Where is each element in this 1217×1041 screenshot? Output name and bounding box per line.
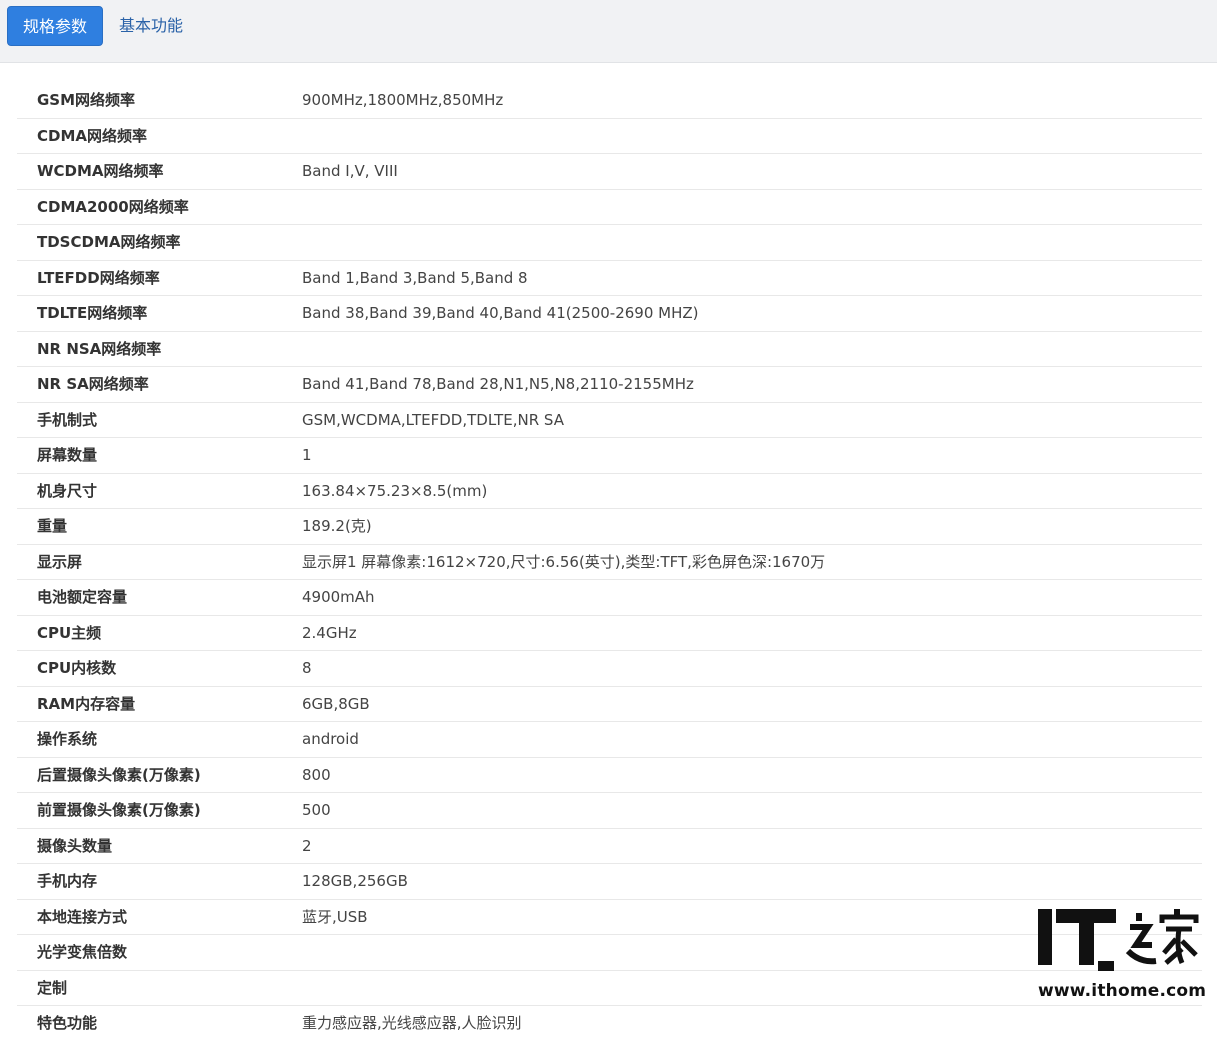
spec-value: 500 <box>302 801 331 819</box>
spec-value: 163.84×75.23×8.5(mm) <box>302 481 488 500</box>
spec-row: TDLTE网络频率 Band 38,Band 39,Band 40,Band 41… <box>17 296 1202 332</box>
spec-value: 128GB,256GB <box>302 872 408 890</box>
tab-bar: 规格参数 基本功能 <box>0 0 1217 63</box>
spec-key: 本地连接方式 <box>37 907 128 926</box>
spec-row: NR SA网络频率 Band 41,Band 78,Band 28,N1,N5,N… <box>17 367 1202 403</box>
spec-table: GSM网络频率 900MHz,1800MHz,850MHz CDMA网络频率 WCDM… <box>17 83 1202 1041</box>
ithome-watermark: www.ithome.com <box>1036 905 1206 1005</box>
spec-value: Band Ⅰ,V, VIII <box>302 162 398 180</box>
spec-row: 后置摄像头像素(万像素) 800 <box>17 758 1202 793</box>
spec-key: 屏幕数量 <box>37 446 98 464</box>
spec-row: 前置摄像头像素(万像素) 500 <box>17 793 1202 829</box>
spec-value: 2 <box>302 836 312 855</box>
watermark-url: www.ithome.com <box>1038 981 1207 1001</box>
spec-row: 特色功能 重力感应器,光线感应器,人脸识别 <box>17 1006 1202 1041</box>
spec-key: 特色功能 <box>37 1014 98 1032</box>
spec-row: 显示屏 显示屏1 屏幕像素:1612×720,尺寸:6.56(英寸),类型:TFT… <box>17 545 1202 580</box>
spec-key: TDLTE网络频率 <box>37 304 148 322</box>
spec-row: CPU内核数 8 <box>17 651 1202 687</box>
spec-row: 定制 <box>17 971 1202 1006</box>
spec-value: 蓝牙,USB <box>302 907 368 926</box>
spec-key: TDSCDMA网络频率 <box>37 233 181 251</box>
spec-key: 光学变焦倍数 <box>37 943 128 961</box>
spec-key: CDMA网络频率 <box>37 126 147 145</box>
spec-value: 显示屏1 屏幕像素:1612×720,尺寸:6.56(英寸),类型:TFT,彩色… <box>302 552 826 571</box>
tab-specs[interactable]: 规格参数 <box>7 6 103 46</box>
spec-key: CDMA2000网络频率 <box>37 197 189 216</box>
spec-key: 后置摄像头像素(万像素) <box>37 765 201 784</box>
spec-value: GSM,WCDMA,LTEFDD,TDLTE,NR SA <box>302 410 564 429</box>
spec-value: 2.4GHz <box>302 623 357 642</box>
spec-row: CPU主频 2.4GHz <box>17 616 1202 651</box>
spec-key: CPU主频 <box>37 623 102 642</box>
spec-value: 6GB,8GB <box>302 694 370 713</box>
spec-row: 光学变焦倍数 <box>17 935 1202 971</box>
spec-row: GSM网络频率 900MHz,1800MHz,850MHz <box>17 83 1202 119</box>
spec-row: CDMA2000网络频率 <box>17 190 1202 225</box>
spec-key: 手机制式 <box>37 410 98 429</box>
spec-key: 手机内存 <box>37 872 98 890</box>
spec-value: 8 <box>302 659 312 677</box>
spec-row: 机身尺寸 163.84×75.23×8.5(mm) <box>17 474 1202 509</box>
spec-key: 操作系统 <box>37 730 98 748</box>
spec-row: RAM内存容量 6GB,8GB <box>17 687 1202 722</box>
spec-row: NR NSA网络频率 <box>17 332 1202 367</box>
spec-key: 电池额定容量 <box>37 588 128 606</box>
spec-value: Band 38,Band 39,Band 40,Band 41(2500-269… <box>302 304 699 322</box>
spec-row: 电池额定容量 4900mAh <box>17 580 1202 616</box>
spec-key: 显示屏 <box>37 552 83 571</box>
spec-key: GSM网络频率 <box>37 91 136 109</box>
spec-row: TDSCDMA网络频率 <box>17 225 1202 261</box>
spec-key: 摄像头数量 <box>37 836 113 855</box>
spec-key: 重量 <box>37 517 68 535</box>
spec-row: LTEFDD网络频率 Band 1,Band 3,Band 5,Band 8 <box>17 261 1202 296</box>
spec-key: 前置摄像头像素(万像素) <box>37 801 201 819</box>
spec-value: 900MHz,1800MHz,850MHz <box>302 91 504 109</box>
spec-row: 摄像头数量 2 <box>17 829 1202 864</box>
spec-value: android <box>302 730 359 748</box>
spec-key: WCDMA网络频率 <box>37 162 164 180</box>
spec-value: 重力感应器,光线感应器,人脸识别 <box>302 1014 522 1032</box>
spec-key: CPU内核数 <box>37 659 117 677</box>
ithome-logo-icon <box>1038 909 1199 971</box>
spec-row: 操作系统 android <box>17 722 1202 758</box>
spec-row: 手机内存 128GB,256GB <box>17 864 1202 900</box>
spec-value: Band 41,Band 78,Band 28,N1,N5,N8,2110-21… <box>302 375 694 393</box>
spec-key: LTEFDD网络频率 <box>37 268 160 287</box>
spec-value: 189.2(克) <box>302 517 372 535</box>
spec-value: 800 <box>302 765 331 784</box>
spec-key: NR NSA网络频率 <box>37 339 162 358</box>
spec-key: 定制 <box>37 978 68 997</box>
spec-row: 手机制式 GSM,WCDMA,LTEFDD,TDLTE,NR SA <box>17 403 1202 438</box>
spec-key: NR SA网络频率 <box>37 375 149 393</box>
spec-row: WCDMA网络频率 Band Ⅰ,V, VIII <box>17 154 1202 190</box>
spec-value: 1 <box>302 446 312 464</box>
spec-row: 重量 189.2(克) <box>17 509 1202 545</box>
spec-row: CDMA网络频率 <box>17 119 1202 154</box>
spec-key: 机身尺寸 <box>37 481 98 500</box>
tab-basic-functions[interactable]: 基本功能 <box>119 6 183 46</box>
spec-key: RAM内存容量 <box>37 694 136 713</box>
spec-row: 屏幕数量 1 <box>17 438 1202 474</box>
spec-value: 4900mAh <box>302 588 375 606</box>
spec-value: Band 1,Band 3,Band 5,Band 8 <box>302 268 528 287</box>
spec-row: 本地连接方式 蓝牙,USB <box>17 900 1202 935</box>
